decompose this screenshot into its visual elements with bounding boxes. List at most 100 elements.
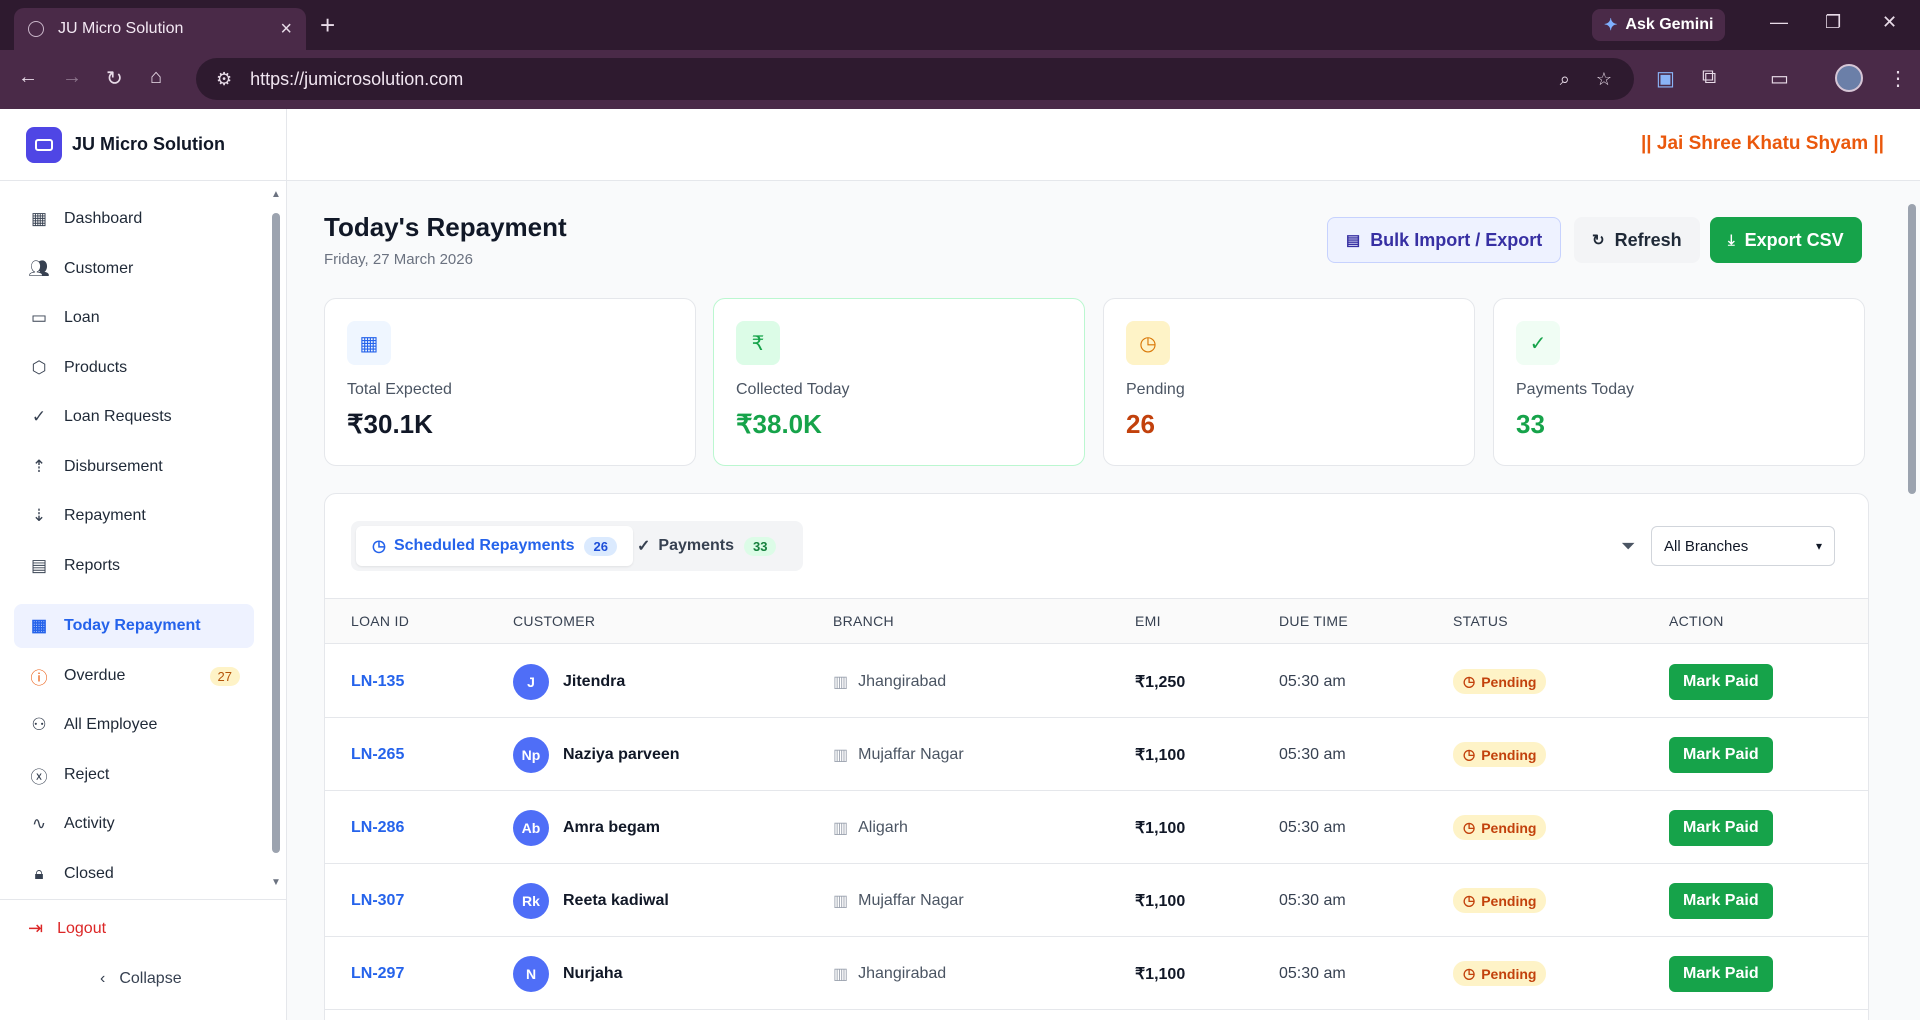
translate-icon[interactable]: ▣: [1656, 66, 1675, 91]
sidebar-item-label: Disbursement: [64, 458, 163, 475]
sidebar-item-loan[interactable]: ▭ Loan: [14, 296, 254, 340]
table-row: LN-265 Np Naziya parveen ▥ Mujaffar Naga…: [325, 718, 1868, 791]
zoom-icon[interactable]: ⌕: [1560, 69, 1570, 90]
minimize-icon[interactable]: —: [1770, 12, 1788, 33]
stat-label: Pending: [1126, 381, 1185, 398]
sidebar-item-dashboard[interactable]: ▦ Dashboard: [14, 197, 254, 241]
mark-paid-button[interactable]: Mark Paid: [1669, 809, 1773, 846]
filter-icon: ⏷: [1621, 536, 1636, 556]
branch-select[interactable]: All Branches ▾: [1651, 526, 1835, 566]
table-header: LOAN ID CUSTOMER BRANCH EMI DUE TIME STA…: [325, 598, 1868, 644]
emi-value: ₹1,100: [1135, 892, 1186, 910]
back-icon[interactable]: ←: [18, 66, 38, 89]
bookmark-star-icon[interactable]: ☆: [1596, 69, 1612, 90]
home-icon[interactable]: ⌂: [150, 66, 162, 89]
sidebar-item-reject[interactable]: ⓧ Reject: [14, 753, 254, 797]
branch-name: Jhangirabad: [858, 672, 947, 690]
main-content: || Jai Shree Khatu Shyam || Today's Repa…: [287, 109, 1920, 1020]
mark-paid-button[interactable]: Mark Paid: [1669, 955, 1773, 992]
forward-icon[interactable]: →: [62, 66, 82, 89]
scroll-up-icon[interactable]: ▲: [271, 189, 281, 200]
tab-switcher: ◷ Scheduled Repayments 26 ✓ Payments 33: [351, 521, 803, 571]
tab-scheduled-repayments[interactable]: ◷ Scheduled Repayments 26: [356, 526, 633, 566]
tagline: || Jai Shree Khatu Shyam ||: [1640, 133, 1884, 154]
scroll-down-icon[interactable]: ▼: [271, 877, 281, 888]
new-tab-icon[interactable]: +: [320, 10, 335, 41]
refresh-label: Refresh: [1614, 229, 1682, 250]
sidebar-scroll-thumb[interactable]: [272, 213, 280, 853]
sidebar-item-all-employee[interactable]: ⚇ All Employee: [14, 703, 254, 747]
stat-label: Collected Today: [736, 381, 850, 398]
url-text: https://jumicrosolution.com: [250, 68, 464, 89]
browser-chrome: JU Micro Solution × + ✦ Ask Gemini — ❐ ✕…: [0, 0, 1920, 109]
topbar: || Jai Shree Khatu Shyam ||: [287, 109, 1920, 181]
mark-paid-button[interactable]: Mark Paid: [1669, 663, 1773, 700]
action-cell: Mark Paid: [1669, 791, 1773, 864]
site-info-icon[interactable]: ⚙: [216, 69, 232, 90]
column-header: CUSTOMER: [513, 613, 596, 629]
clock-icon: ◷: [372, 538, 386, 555]
sidebar-scrollbar[interactable]: ▲ ▼: [271, 189, 281, 889]
calendar-icon: ▦: [30, 616, 48, 635]
due-time: 05:30 am: [1279, 891, 1346, 909]
reload-icon[interactable]: ↻: [106, 66, 123, 91]
logout-button[interactable]: ⇥ Logout: [28, 918, 106, 939]
x-circle-icon: ⓧ: [30, 767, 48, 787]
ask-gemini-button[interactable]: ✦ Ask Gemini: [1592, 9, 1726, 41]
clock-icon: ◷: [1463, 892, 1476, 908]
alert-circle-icon: ⓘ: [30, 668, 48, 688]
extensions-icon[interactable]: ⧉: [1702, 66, 1716, 89]
chevron-left-icon: ‹: [100, 970, 106, 987]
sidebar-item-customer[interactable]: 👥︎ Customer: [14, 247, 254, 291]
customer-avatar: Np: [513, 736, 549, 773]
loan-id-link[interactable]: LN-135: [351, 645, 404, 718]
export-csv-button[interactable]: ⤓ Export CSV: [1710, 217, 1862, 263]
loan-id-link[interactable]: LN-297: [351, 937, 404, 1010]
sidebar-item-today-repayment[interactable]: ▦ Today Repayment: [14, 604, 254, 648]
close-tab-icon[interactable]: ×: [280, 18, 292, 41]
sidebar-item-label: Loan Requests: [64, 408, 172, 425]
maximize-icon[interactable]: ❐: [1825, 12, 1841, 33]
column-header: LOAN ID: [351, 613, 410, 629]
sidebar-item-reports[interactable]: ▤ Reports: [14, 544, 254, 588]
sidebar-item-overdue[interactable]: ⓘ Overdue 27: [14, 654, 254, 698]
page-title: Today's Repayment: [324, 212, 567, 242]
mark-paid-button[interactable]: Mark Paid: [1669, 882, 1773, 919]
main-scroll-thumb[interactable]: [1908, 204, 1916, 494]
lock-icon: 🔒︎: [34, 864, 44, 883]
window-close-icon[interactable]: ✕: [1882, 12, 1897, 33]
tab-search-icon[interactable]: ▭: [1770, 66, 1789, 91]
mark-paid-button[interactable]: Mark Paid: [1669, 736, 1773, 773]
collapse-button[interactable]: ‹ Collapse: [100, 970, 182, 988]
sidebar-item-disbursement[interactable]: ⇡ Disbursement: [14, 445, 254, 489]
main-scrollbar[interactable]: [1904, 109, 1920, 1020]
menu-icon[interactable]: ⋮: [1888, 66, 1908, 91]
sidebar-item-repayment[interactable]: ⇣ Repayment: [14, 494, 254, 538]
tab-label: Scheduled Repayments: [393, 537, 575, 554]
tab-payments[interactable]: ✓ Payments 33: [621, 526, 792, 566]
browser-tab[interactable]: JU Micro Solution ×: [14, 8, 306, 50]
refresh-button[interactable]: ↻ Refresh: [1574, 217, 1700, 263]
loan-id-link[interactable]: LN-286: [351, 791, 404, 864]
status-cell: ◷ Pending: [1453, 791, 1547, 864]
action-cell: Mark Paid: [1669, 937, 1773, 1010]
url-field[interactable]: ⚙ https://jumicrosolution.com ⌕ ☆: [196, 58, 1634, 100]
sidebar-item-products[interactable]: ⬡ Products: [14, 346, 254, 390]
sidebar-item-closed[interactable]: 🔒︎ Closed: [14, 852, 254, 896]
stat-value: ₹38.0K: [736, 409, 822, 439]
clock-icon: ◷: [1463, 673, 1476, 689]
loan-id-link[interactable]: LN-265: [351, 718, 404, 791]
sidebar-item-activity[interactable]: ∿ Activity: [14, 802, 254, 846]
stat-value: ₹30.1K: [347, 409, 433, 439]
loan-id-link[interactable]: LN-307: [351, 864, 404, 937]
gemini-label: Ask Gemini: [1625, 16, 1714, 33]
customer-name: Jitendra: [563, 672, 626, 690]
brand-logo-icon: [26, 126, 62, 163]
repayments-panel: ◷ Scheduled Repayments 26 ✓ Payments 33 …: [324, 493, 1869, 1020]
profile-avatar[interactable]: [1835, 64, 1863, 92]
sidebar-item-label: All Employee: [64, 716, 158, 733]
arrow-up-circle-icon: ⇡: [31, 457, 47, 476]
sidebar-item-loan-requests[interactable]: ✓ Loan Requests: [14, 395, 254, 439]
column-header: EMI: [1135, 613, 1161, 629]
bulk-import-export-button[interactable]: ▤ Bulk Import / Export: [1327, 217, 1562, 263]
